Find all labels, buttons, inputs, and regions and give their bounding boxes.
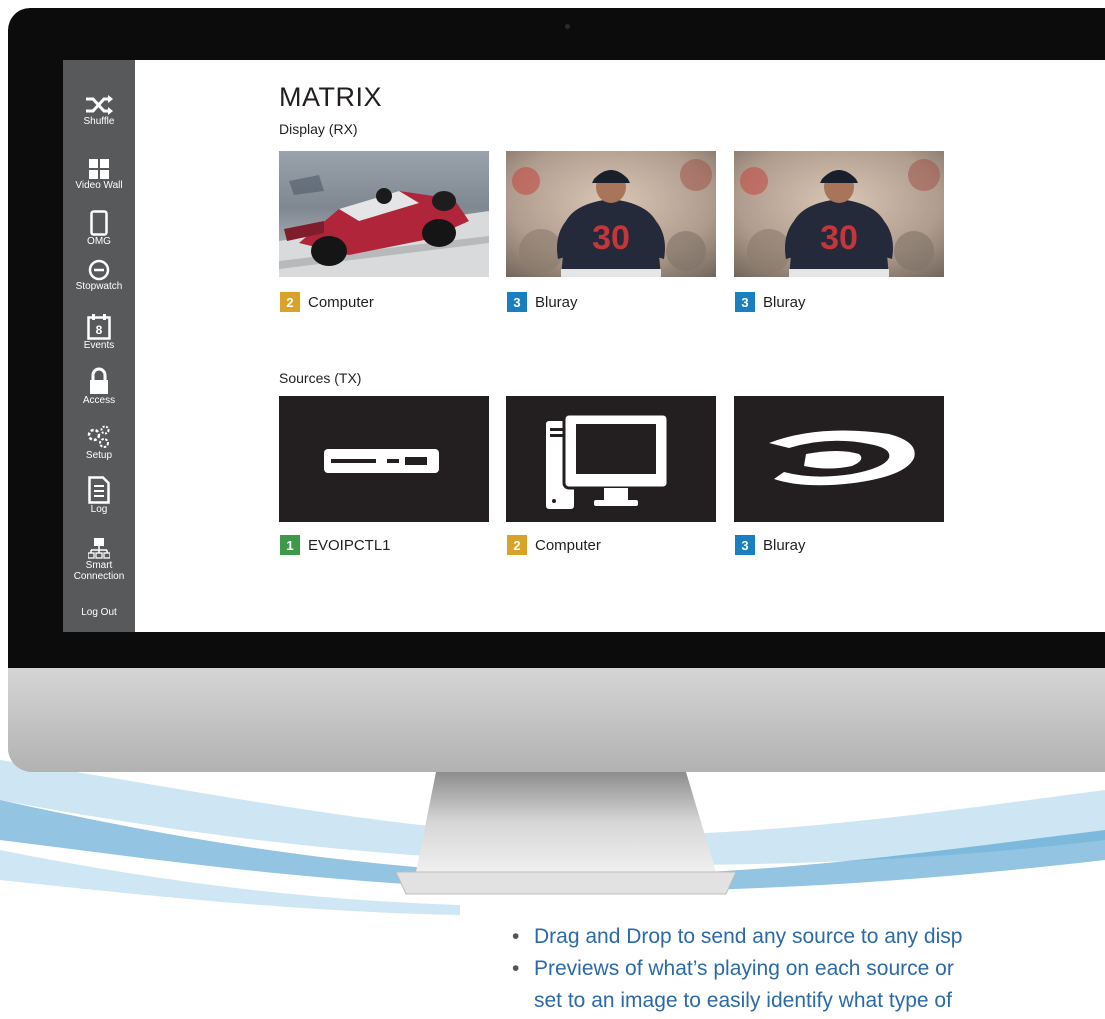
source-label-1: 1 EVOIPCTL1 (280, 534, 391, 556)
bullet-text: Previews of what’s playing on each sourc… (534, 957, 954, 980)
bullet-text: set to an image to easily identify what … (534, 989, 952, 1012)
bullet-text: Drag and Drop to send any source to any … (534, 925, 963, 948)
source-name: Computer (535, 536, 601, 554)
tablet-icon (90, 210, 108, 236)
display-tile-2[interactable]: 30 (506, 151, 716, 277)
source-tile-3[interactable] (734, 396, 944, 522)
display-name: Bluray (535, 293, 578, 311)
sidebar-item-label: OMG (87, 236, 111, 247)
display-number-badge: 3 (507, 292, 527, 312)
calendar-icon: 8 (87, 314, 111, 340)
display-label-2: 3 Bluray (507, 291, 578, 313)
sidebar-item-setup[interactable]: Setup (63, 424, 135, 461)
sidebar-item-stopwatch[interactable]: Stopwatch (63, 259, 135, 292)
document-list-icon (88, 476, 110, 504)
set-top-box-icon (324, 449, 439, 473)
display-name: Bluray (763, 293, 806, 311)
bullet-item: • Previews of what’s playing on each sour… (512, 957, 954, 980)
sidebar-item-label: Smart Connection (73, 560, 125, 582)
jersey-number: 30 (820, 219, 858, 257)
source-number-badge: 1 (280, 535, 300, 555)
source-label-3: 3 Bluray (735, 534, 806, 556)
sidebar-item-label: Log (90, 504, 108, 515)
baseball-player-image: 30 (506, 151, 716, 277)
display-tile-3[interactable]: 30 (734, 151, 944, 277)
sidebar-item-smart-connection[interactable]: Smart Connection (63, 538, 135, 582)
shuffle-icon (86, 95, 113, 115)
camera-dot (565, 24, 570, 29)
app-screen: Shuffle Video Wall OMG Stopwatch 8 Event… (63, 60, 1105, 632)
monitor: Shuffle Video Wall OMG Stopwatch 8 Event… (8, 8, 1105, 772)
sidebar-item-label: Events (83, 340, 115, 351)
sidebar-item-events[interactable]: 8 Events (63, 314, 135, 351)
sidebar-item-omg[interactable]: OMG (63, 210, 135, 247)
lock-icon (90, 367, 108, 394)
log-out-label: Log Out (81, 607, 117, 618)
sources-section-label: Sources (TX) (279, 370, 362, 386)
log-out-button[interactable]: Log Out (63, 607, 135, 618)
source-number-badge: 3 (735, 535, 755, 555)
sidebar-item-label: Access (82, 395, 116, 406)
monitor-chin (8, 668, 1105, 772)
page-title: MATRIX (279, 82, 382, 112)
sidebar: Shuffle Video Wall OMG Stopwatch 8 Event… (63, 60, 135, 632)
source-label-2: 2 Computer (507, 534, 601, 556)
clock-icon (88, 259, 110, 281)
bullet-item: • Drag and Drop to send any source to any… (512, 925, 963, 948)
sidebar-item-label: Shuffle (83, 116, 115, 127)
jersey-number: 30 (592, 219, 630, 257)
sidebar-item-shuffle[interactable]: Shuffle (63, 94, 135, 127)
display-section-label: Display (RX) (279, 121, 358, 137)
bullet-item-continued: set to an image to easily identify what … (534, 989, 952, 1013)
display-tile-1[interactable] (279, 151, 489, 277)
calendar-day: 8 (96, 323, 103, 337)
sidebar-item-access[interactable]: Access (63, 367, 135, 406)
sidebar-item-label: Video Wall (75, 180, 123, 191)
sidebar-item-log[interactable]: Log (63, 476, 135, 515)
monitor-stand (396, 772, 736, 895)
source-tile-1[interactable] (279, 396, 489, 522)
display-label-3: 3 Bluray (735, 291, 806, 313)
network-icon (88, 538, 110, 559)
grid-icon (89, 159, 109, 179)
gears-icon (87, 425, 110, 448)
display-number-badge: 2 (280, 292, 300, 312)
sidebar-item-label: Stopwatch (75, 281, 123, 292)
bluray-disc-icon (769, 430, 915, 486)
source-number-badge: 2 (507, 535, 527, 555)
source-name: EVOIPCTL1 (308, 536, 391, 554)
sidebar-item-video-wall[interactable]: Video Wall (63, 158, 135, 191)
feature-bullets: • Drag and Drop to send any source to any… (512, 925, 1105, 1019)
display-name: Computer (308, 293, 374, 311)
source-name: Bluray (763, 536, 806, 554)
race-car-image (279, 151, 489, 277)
display-label-1: 2 Computer (280, 291, 374, 313)
source-tile-2[interactable] (506, 396, 716, 522)
sidebar-item-label: Setup (85, 450, 113, 461)
desktop-computer-icon (546, 412, 670, 509)
display-number-badge: 3 (735, 292, 755, 312)
baseball-player-image: 30 (734, 151, 944, 277)
